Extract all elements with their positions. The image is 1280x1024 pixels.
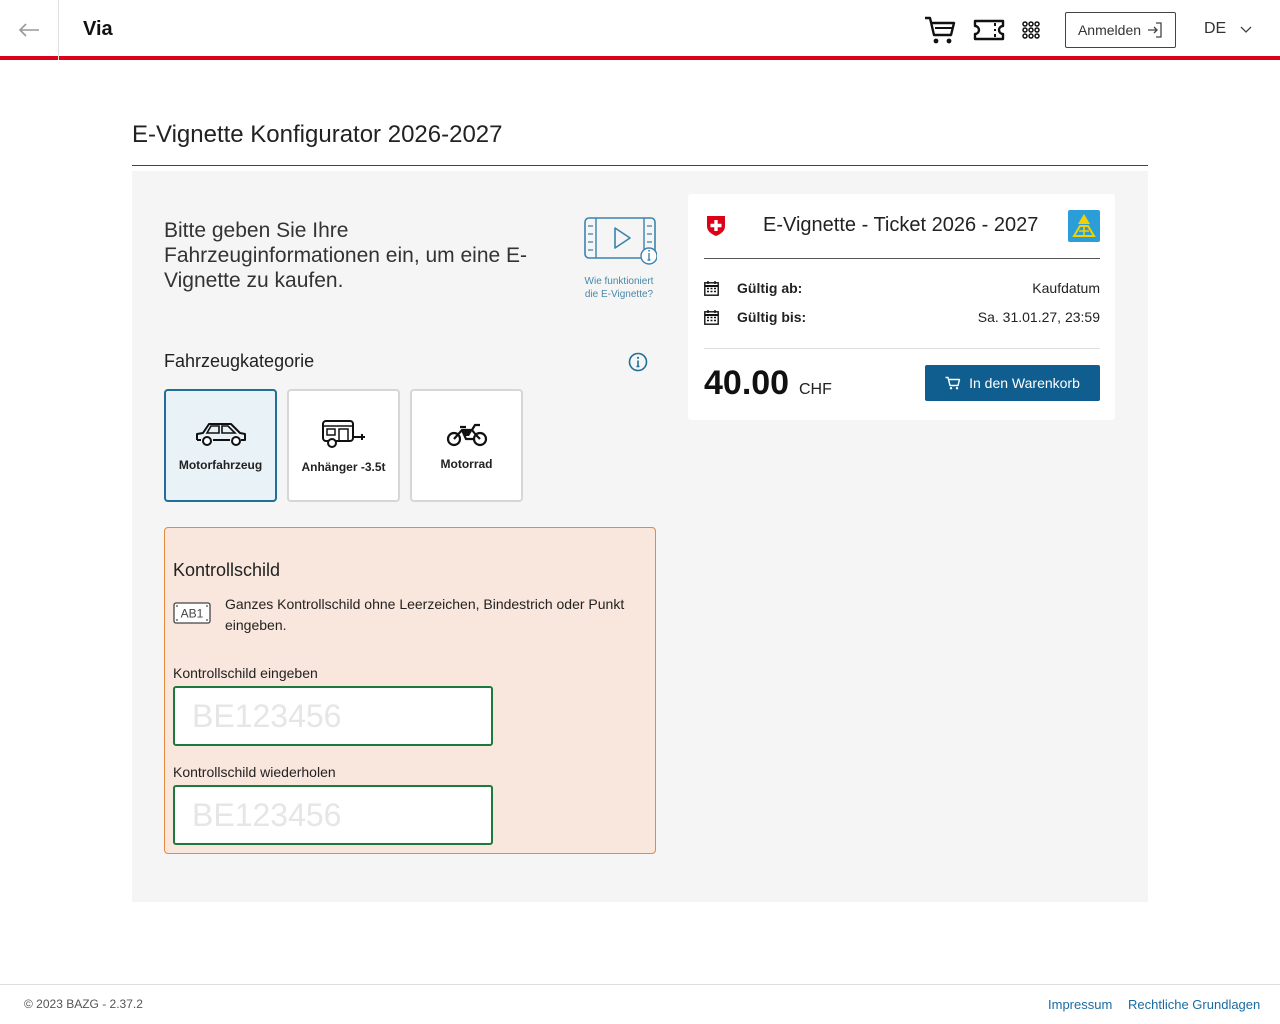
plate-hint-text: Ganzes Kontrollschild ohne Leerzeichen, … [225, 596, 625, 633]
app-title[interactable]: Via [83, 18, 113, 41]
category-tile-motorfahrzeug[interactable]: Motorfahrzeug [164, 389, 277, 502]
plate-repeat-label: Kontrollschild wiederholen [173, 764, 336, 780]
language-selector[interactable]: DE [1204, 20, 1252, 38]
shopping-cart-icon [925, 16, 956, 44]
apps-grid-icon [1022, 21, 1040, 39]
arrow-left-icon [18, 23, 39, 37]
swiss-flag-icon [706, 215, 726, 242]
category-tile-anhaenger[interactable]: Anhänger -3.5t [287, 389, 400, 502]
category-label: Fahrzeugkategorie [164, 351, 315, 371]
category-info-button[interactable] [628, 352, 648, 377]
add-to-cart-label: In den Warenkorb [969, 375, 1080, 391]
ticket-icon [973, 19, 1005, 41]
footer-divider [0, 984, 1280, 985]
ticket-divider [704, 258, 1100, 259]
astra-logo-icon [1068, 210, 1100, 242]
copyright-text: © 2023 BAZG - 2.37.2 [24, 997, 143, 1011]
back-button[interactable] [0, 0, 59, 60]
category-label-motorrad: Motorrad [440, 456, 493, 471]
how-it-works-link[interactable]: Wie funktioniert die E-Vignette? [578, 216, 660, 301]
price-amount: 40.00 [704, 364, 790, 402]
valid-from-value: Kaufdatum [1032, 280, 1100, 296]
cart-icon [945, 376, 961, 390]
chevron-down-icon [1240, 26, 1252, 33]
plate-enter-input[interactable] [173, 686, 493, 746]
impressum-link[interactable]: Impressum [1048, 997, 1112, 1012]
top-header: Via Anmelden DE [0, 0, 1280, 60]
category-label-anhaenger: Anhänger -3.5t [301, 459, 386, 474]
legal-basis-link[interactable]: Rechtliche Grundlagen [1128, 997, 1260, 1012]
title-divider [132, 165, 1148, 166]
ticket-summary-card: E-Vignette - Ticket 2026 - 2027 Gültig a… [688, 194, 1115, 420]
category-tile-motorrad[interactable]: Motorrad [410, 389, 523, 502]
car-icon [195, 422, 246, 446]
add-to-cart-button[interactable]: In den Warenkorb [925, 365, 1100, 401]
calendar-icon [704, 309, 720, 325]
trailer-icon [321, 419, 365, 448]
how-it-works-caption: Wie funktioniert die E-Vignette? [584, 276, 654, 300]
page-title: E-Vignette Konfigurator 2026-2027 [132, 121, 503, 148]
plate-repeat-input[interactable] [173, 785, 493, 845]
language-label: DE [1204, 20, 1227, 37]
calendar-icon [704, 280, 720, 296]
login-label: Anmelden [1077, 22, 1142, 38]
motorcycle-icon [446, 423, 487, 446]
login-icon [1148, 22, 1162, 38]
valid-to-label: Gültig bis: [737, 309, 807, 325]
license-plate-section: Kontrollschild AB1 Ganzes Kontrollschild… [164, 527, 656, 854]
apps-button[interactable] [1020, 14, 1042, 46]
plate-badge-text: AB1 [181, 607, 204, 621]
plate-section-title: Kontrollschild [173, 560, 281, 580]
license-plate-icon: AB1 [173, 602, 211, 629]
valid-from-label: Gültig ab: [737, 280, 803, 296]
video-info-icon [584, 217, 658, 265]
plate-enter-label: Kontrollschild eingeben [173, 665, 318, 681]
intro-text: Bitte geben Sie Ihre Fahrzeuginformation… [164, 219, 528, 292]
info-icon [628, 352, 648, 372]
category-label-motorfahrzeug: Motorfahrzeug [178, 457, 263, 472]
valid-to-row: Gültig bis: Sa. 31.01.27, 23:59 [704, 307, 1100, 327]
tickets-button[interactable] [972, 14, 1006, 46]
ticket-title: E-Vignette - Ticket 2026 - 2027 [763, 214, 1039, 236]
login-button[interactable]: Anmelden [1065, 12, 1176, 48]
price-currency: CHF [799, 381, 832, 398]
cart-button[interactable] [923, 14, 957, 46]
valid-to-value: Sa. 31.01.27, 23:59 [977, 309, 1100, 325]
valid-from-row: Gültig ab: Kaufdatum [704, 278, 1100, 298]
price-divider [704, 348, 1100, 349]
